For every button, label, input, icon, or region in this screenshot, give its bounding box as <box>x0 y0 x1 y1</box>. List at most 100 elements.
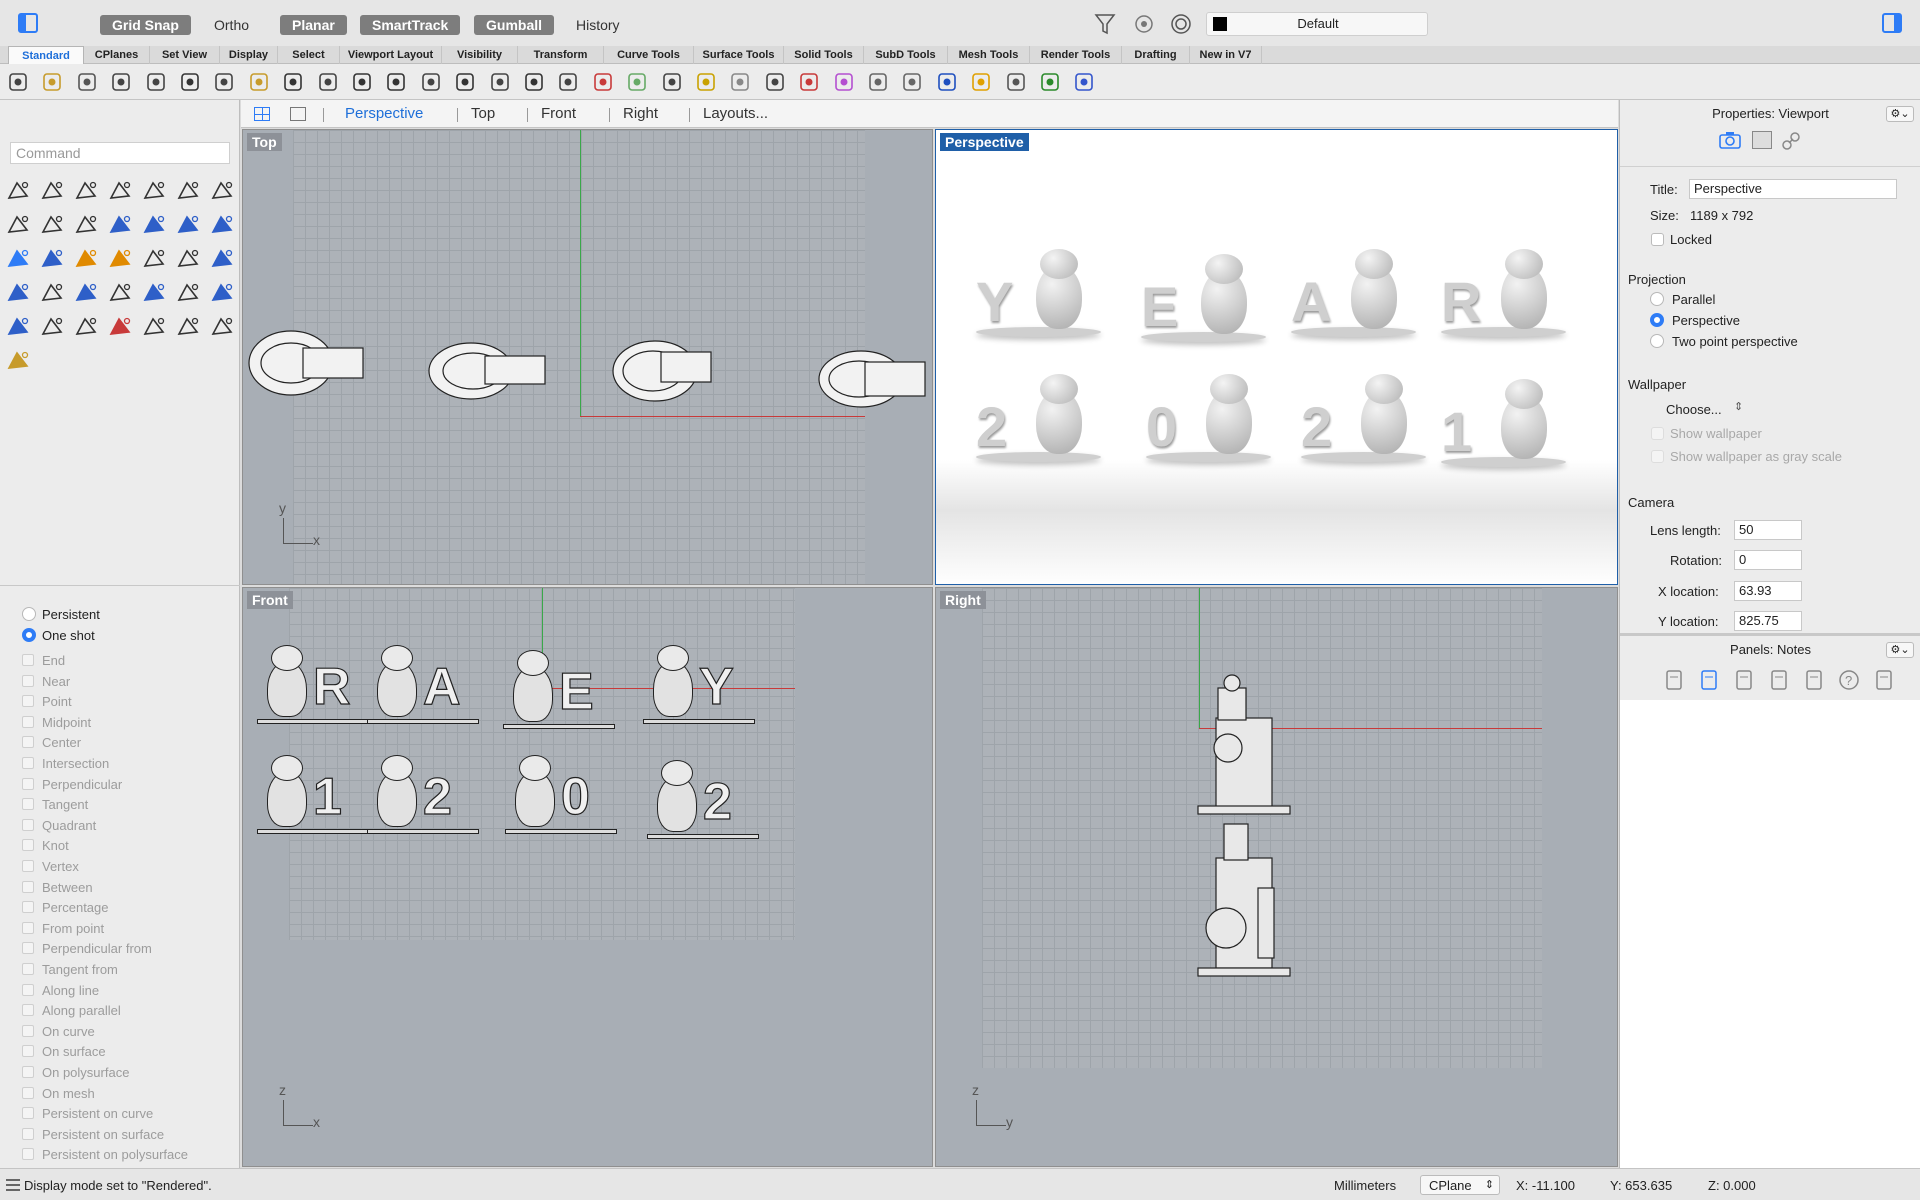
export-icon[interactable] <box>144 70 168 94</box>
tab-surface-tools[interactable]: Surface Tools <box>694 46 784 64</box>
rendered-figure[interactable]: 2 <box>976 374 1106 480</box>
osnap-knot[interactable]: Knot <box>22 838 224 854</box>
rendered-figure[interactable]: 0 <box>1146 374 1276 480</box>
grid-array-icon[interactable] <box>73 314 99 340</box>
zoom-icon[interactable] <box>384 70 408 94</box>
osnap-checkbox[interactable] <box>22 1107 34 1120</box>
osnap-near[interactable]: Near <box>22 674 224 690</box>
link-tab-icon[interactable] <box>1780 130 1802 152</box>
x-location-input[interactable]: 63.93 <box>1734 581 1802 601</box>
tab-standard[interactable]: Standard <box>8 46 84 64</box>
osnap-on-surface[interactable]: On surface <box>22 1044 224 1060</box>
viewport-label-top[interactable]: Top <box>247 133 282 151</box>
osnap-tangent-from[interactable]: Tangent from <box>22 962 224 978</box>
toggle-gumball[interactable]: Gumball <box>474 15 555 35</box>
right-sidebar-toggle-icon[interactable] <box>1882 13 1902 33</box>
osnap-checkbox[interactable] <box>22 1148 34 1161</box>
toggle-history[interactable]: History <box>564 15 632 35</box>
notes-area[interactable] <box>1620 700 1920 1168</box>
osnap-checkbox[interactable] <box>22 860 34 872</box>
split-icon[interactable] <box>141 246 167 272</box>
camera-tab-icon[interactable] <box>1718 130 1742 150</box>
osnap-target-icon[interactable] <box>1134 14 1154 34</box>
tab-transform[interactable]: Transform <box>518 46 604 64</box>
grid-toggle-icon[interactable] <box>625 70 649 94</box>
rendered-figure[interactable]: A <box>1291 249 1421 355</box>
toggle-ortho[interactable]: Ortho <box>202 15 261 35</box>
osnap-checkbox[interactable] <box>22 839 34 852</box>
solid-edit-icon[interactable] <box>209 314 235 340</box>
lens-length-input[interactable]: 50 <box>1734 520 1802 540</box>
osnap-checkbox[interactable] <box>22 880 34 893</box>
explode-icon[interactable] <box>73 246 99 272</box>
show-wallpaper-gray-checkbox[interactable] <box>1651 450 1664 463</box>
boolean-icon[interactable] <box>209 246 235 272</box>
undo-view-icon[interactable] <box>522 70 546 94</box>
join-icon[interactable] <box>175 246 201 272</box>
fillet-icon[interactable] <box>73 212 99 238</box>
osnap-checkbox[interactable] <box>22 695 34 708</box>
zoom-selected-icon[interactable] <box>488 70 512 94</box>
osnap-along-parallel[interactable]: Along parallel <box>22 1003 224 1019</box>
front-figure[interactable]: 0 <box>505 743 625 843</box>
osnap-persistent-on-polysurface[interactable]: Persistent on polysurface <box>22 1147 224 1163</box>
toggle-planar[interactable]: Planar <box>280 15 347 35</box>
osnap-checkbox[interactable] <box>22 798 34 811</box>
front-figure[interactable]: A <box>367 633 487 733</box>
osnap-center[interactable]: Center <box>22 735 224 751</box>
projection-perspective-radio[interactable] <box>1650 313 1664 327</box>
transform-icon[interactable] <box>5 280 31 306</box>
view-tab-top[interactable]: Top <box>471 105 495 122</box>
open-file-icon[interactable] <box>40 70 64 94</box>
y-location-input[interactable]: 825.75 <box>1734 611 1802 631</box>
loft-icon[interactable] <box>141 212 167 238</box>
view-tab-layouts[interactable]: Layouts... <box>703 105 768 122</box>
menu-lines-icon[interactable] <box>6 1179 20 1191</box>
osnap-end[interactable]: End <box>22 653 224 669</box>
zoom-window-icon[interactable] <box>419 70 443 94</box>
panel-options-gear-icon[interactable]: ⚙⌄ <box>1886 642 1914 658</box>
cplane-selector[interactable]: CPlane ⇕ <box>1420 1175 1500 1195</box>
cplane-icon[interactable] <box>660 70 684 94</box>
tab-mesh-tools[interactable]: Mesh Tools <box>948 46 1030 64</box>
notes-tab-icon[interactable] <box>1697 668 1721 692</box>
viewport-label-front[interactable]: Front <box>247 591 293 609</box>
front-figure[interactable]: 2 <box>647 748 767 848</box>
box-icon[interactable] <box>175 212 201 238</box>
tab-display[interactable]: Display <box>220 46 278 64</box>
osnap-on-polysurface[interactable]: On polysurface <box>22 1065 224 1081</box>
osnap-on-mesh[interactable]: On mesh <box>22 1086 224 1102</box>
transform-icon[interactable] <box>1004 70 1028 94</box>
tab-visibility[interactable]: Visibility <box>442 46 518 64</box>
display-tab-icon[interactable] <box>1802 668 1826 692</box>
tab-curve-tools[interactable]: Curve Tools <box>604 46 694 64</box>
sphere-icon[interactable] <box>209 212 235 238</box>
connect-icon[interactable] <box>39 280 65 306</box>
show-wallpaper-checkbox[interactable] <box>1651 427 1664 440</box>
osnap-on-curve[interactable]: On curve <box>22 1024 224 1040</box>
cylinder-icon[interactable] <box>5 246 31 272</box>
viewport-front[interactable]: Front z x R A E Y 1 2 0 2 <box>242 587 933 1167</box>
circle-icon[interactable] <box>141 178 167 204</box>
tab-set-view[interactable]: Set View <box>150 46 220 64</box>
osnap-checkbox[interactable] <box>22 983 34 996</box>
tab-solid-tools[interactable]: Solid Tools <box>784 46 864 64</box>
object-properties-tab-icon[interactable] <box>1732 668 1756 692</box>
osnap-checkbox[interactable] <box>22 1127 34 1140</box>
wallpaper-choose-dropdown[interactable]: Choose... <box>1666 402 1722 417</box>
osnap-along-line[interactable]: Along line <box>22 983 224 999</box>
osnap-checkbox[interactable] <box>22 757 34 769</box>
point-icon[interactable] <box>39 178 65 204</box>
light-icon[interactable] <box>728 70 752 94</box>
four-viewports-icon[interactable] <box>556 70 580 94</box>
shaded-sphere-icon[interactable] <box>866 70 890 94</box>
globe-icon[interactable] <box>1038 70 1062 94</box>
filter-icon[interactable] <box>1094 12 1116 36</box>
four-viewport-layout-icon[interactable] <box>254 107 270 121</box>
car-object-icon[interactable] <box>591 70 615 94</box>
osnap-mode-one-shot-radio[interactable] <box>22 628 36 642</box>
tab-subd-tools[interactable]: SubD Tools <box>864 46 948 64</box>
help-icon[interactable] <box>1072 70 1096 94</box>
lock-icon[interactable] <box>763 70 787 94</box>
color-pick-icon[interactable] <box>969 70 993 94</box>
